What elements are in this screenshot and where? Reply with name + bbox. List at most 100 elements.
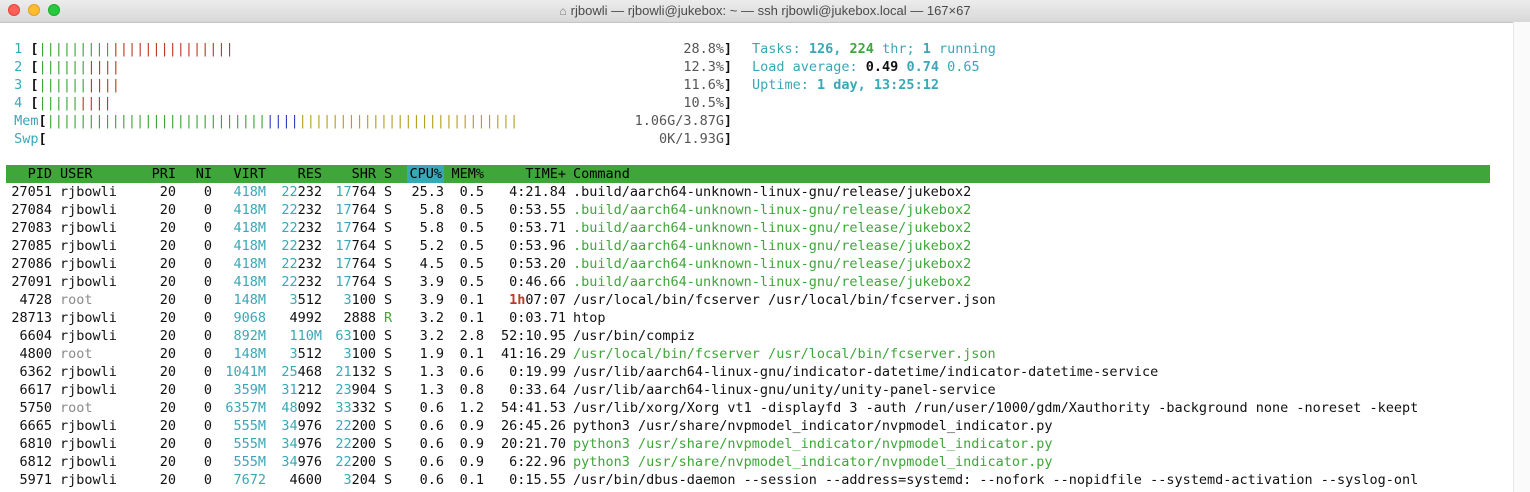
user-cell: rjbowli — [60, 363, 117, 381]
state-value: S — [384, 202, 393, 218]
cpu-meter-label: 2 — [6, 59, 31, 75]
threads-label: thr; — [873, 41, 923, 57]
virt-cell: 418M — [233, 237, 266, 255]
process-row[interactable]: 6617 rjbowli 20 0 359M 31212 23904 S 1.3 0.8 0:33.… — [6, 381, 1496, 399]
res-cell: 4600 — [289, 471, 322, 489]
user-value: rjbowli — [60, 274, 117, 290]
process-table-header[interactable]: PID USER PRI NI VIRT RES SHR S CPU% MEM% TIME+ Comm… — [6, 165, 1490, 183]
pri-value: 20 — [159, 418, 176, 434]
process-row[interactable]: 6665 rjbowli 20 0 555M 34976 22200 S 0.6 0.9 26:45… — [6, 417, 1496, 435]
command-value: /usr/lib/xorg/Xorg vt1 -displayfd 3 -aut… — [573, 400, 1419, 416]
uptime-value: 1 day, 13:25:12 — [817, 77, 939, 93]
column-header-ni[interactable]: NI — [196, 165, 212, 183]
time-value: 54:41.53 — [500, 400, 566, 416]
mem-value: 0.8 — [459, 382, 484, 398]
scrollbar[interactable] — [1513, 22, 1530, 492]
process-row[interactable]: 27083 rjbowli 20 0 418M 22232 17764 S 5.8 0.5 0:53… — [6, 219, 1496, 237]
virt-cell: 1041M — [225, 363, 266, 381]
command-cell: .build/aarch64-unknown-linux-gnu/release… — [573, 273, 971, 291]
command-cell: /usr/local/bin/fcserver /usr/local/bin/f… — [573, 291, 996, 309]
ni-value: 0 — [203, 292, 212, 308]
state-cell: S — [384, 255, 392, 273]
state-value: S — [384, 418, 393, 434]
column-header-pid[interactable]: PID — [28, 165, 52, 183]
process-row[interactable]: 4728 root 20 0 148M 3512 3100 S 3.9 0.1 1h07:07/us… — [6, 291, 1496, 309]
column-header-time[interactable]: TIME+ — [525, 165, 566, 183]
pid-value: 6617 — [19, 382, 52, 398]
process-row[interactable]: 5750 root 20 0 6357M 48092 33332 S 0.6 1.2 54:41.5… — [6, 399, 1496, 417]
pid-cell: 6812 — [19, 453, 52, 471]
terminal-content[interactable]: 1 [|||||||||||||||||||||||| 28.8%] 2 [|||… — [6, 22, 1514, 492]
command-cell: python3 /usr/share/nvpmodel_indicator/nv… — [573, 435, 1053, 453]
column-header-mem[interactable]: MEM% — [451, 165, 484, 183]
state-value: S — [384, 238, 393, 254]
meter-bracket: [ — [30, 41, 39, 57]
process-row[interactable]: 5971 rjbowli 20 0 7672 4600 3204 S 0.6 0.1 0:15.55… — [6, 471, 1496, 489]
column-header-cpu[interactable]: CPU% — [407, 165, 444, 183]
process-row[interactable]: 27091 rjbowli 20 0 418M 22232 17764 S 3.9 0.5 0:46… — [6, 273, 1496, 291]
command-value: /usr/bin/compiz — [573, 328, 695, 344]
state-value: S — [384, 436, 393, 452]
ni-value: 0 — [203, 310, 212, 326]
shr-high: 23 — [335, 382, 352, 398]
pid-value: 27084 — [11, 202, 52, 218]
command-cell: python3 /usr/share/nvpmodel_indicator/nv… — [573, 417, 1053, 435]
ni-value: 0 — [203, 328, 212, 344]
time-cell: 0:19.99 — [509, 363, 566, 381]
mem-cell: 0.5 — [460, 219, 484, 237]
pid-cell: 27086 — [11, 255, 52, 273]
column-header-user[interactable]: USER — [60, 165, 93, 183]
meter-bar-buffers: |||| — [266, 113, 299, 129]
res-low: 976 — [297, 454, 322, 470]
meter-bracket: [ — [30, 95, 39, 111]
mem-value: 0.5 — [459, 184, 484, 200]
process-row[interactable]: 27086 rjbowli 20 0 418M 22232 17764 S 4.5 0.5 0:53… — [6, 255, 1496, 273]
cpu-value: 25.3 — [411, 184, 444, 200]
time-cell: 0:53.71 — [509, 219, 566, 237]
pri-cell: 20 — [160, 309, 176, 327]
time-value: 0:53.55 — [509, 202, 566, 218]
process-row[interactable]: 4800 root 20 0 148M 3512 3100 S 1.9 0.1 41:16.29/u… — [6, 345, 1496, 363]
shr-high: 17 — [335, 238, 352, 254]
pri-cell: 20 — [160, 201, 176, 219]
column-header-res[interactable]: RES — [298, 165, 322, 183]
process-row[interactable]: 28713 rjbowli 20 0 9068 4992 2888 R 3.2 0.1 0:03.7… — [6, 309, 1496, 327]
column-header-shr[interactable]: SHR — [352, 165, 376, 183]
column-header-pri[interactable]: PRI — [152, 165, 176, 183]
process-row[interactable]: 27051 rjbowli 20 0 418M 22232 17764 S 25.3 0.5 4:2… — [6, 183, 1496, 201]
cpu-value: 0.6 — [419, 418, 444, 434]
process-row[interactable]: 27084 rjbowli 20 0 418M 22232 17764 S 5.8 0.5 0:53… — [6, 201, 1496, 219]
column-header-virt[interactable]: VIRT — [233, 165, 266, 183]
command-value: .build/aarch64-unknown-linux-gnu/release… — [573, 184, 972, 200]
state-cell: S — [384, 219, 392, 237]
time-cell: 0:15.55 — [509, 471, 566, 489]
meter-bracket: [ — [30, 77, 39, 93]
cpu-meter: 4 [||||||||| 10.5%] — [6, 94, 732, 112]
pid-cell: 28713 — [11, 309, 52, 327]
time-value: 26:45.26 — [500, 418, 566, 434]
swap-meter-label: Swp — [6, 131, 39, 147]
process-row[interactable]: 6810 rjbowli 20 0 555M 34976 22200 S 0.6 0.9 20:21… — [6, 435, 1496, 453]
cpu-value: 5.8 — [419, 220, 444, 236]
mem-value: 0.1 — [459, 472, 484, 488]
process-row[interactable]: 6362 rjbowli 20 0 1041M 25468 21132 S 1.3 0.6 0:19… — [6, 363, 1496, 381]
column-header-s[interactable]: S — [384, 165, 392, 183]
pri-value: 20 — [159, 472, 176, 488]
cpu-value: 0.6 — [419, 400, 444, 416]
load-5min: 0.74 — [906, 59, 948, 75]
ni-value: 0 — [203, 382, 212, 398]
user-value: rjbowli — [60, 418, 117, 434]
process-row[interactable]: 6812 rjbowli 20 0 555M 34976 22200 S 0.6 0.9 6:22.… — [6, 453, 1496, 471]
process-row[interactable]: 27085 rjbowli 20 0 418M 22232 17764 S 5.2 0.5 0:53… — [6, 237, 1496, 255]
time-cell: 26:45.26 — [501, 417, 566, 435]
state-value: S — [384, 256, 393, 272]
state-cell: S — [384, 363, 392, 381]
shr-cell: 22200 — [335, 435, 376, 453]
pri-value: 20 — [159, 436, 176, 452]
running-count: 1 — [922, 41, 931, 57]
process-row[interactable]: 6604 rjbowli 20 0 892M 110M 63100 S 3.2 2.8 52:10.… — [6, 327, 1496, 345]
virt-cell: 418M — [233, 183, 266, 201]
pid-value: 27083 — [11, 220, 52, 236]
cpu-meter: 2 [|||||||||| 12.3%] — [6, 58, 732, 76]
column-header-command[interactable]: Command — [573, 165, 630, 183]
